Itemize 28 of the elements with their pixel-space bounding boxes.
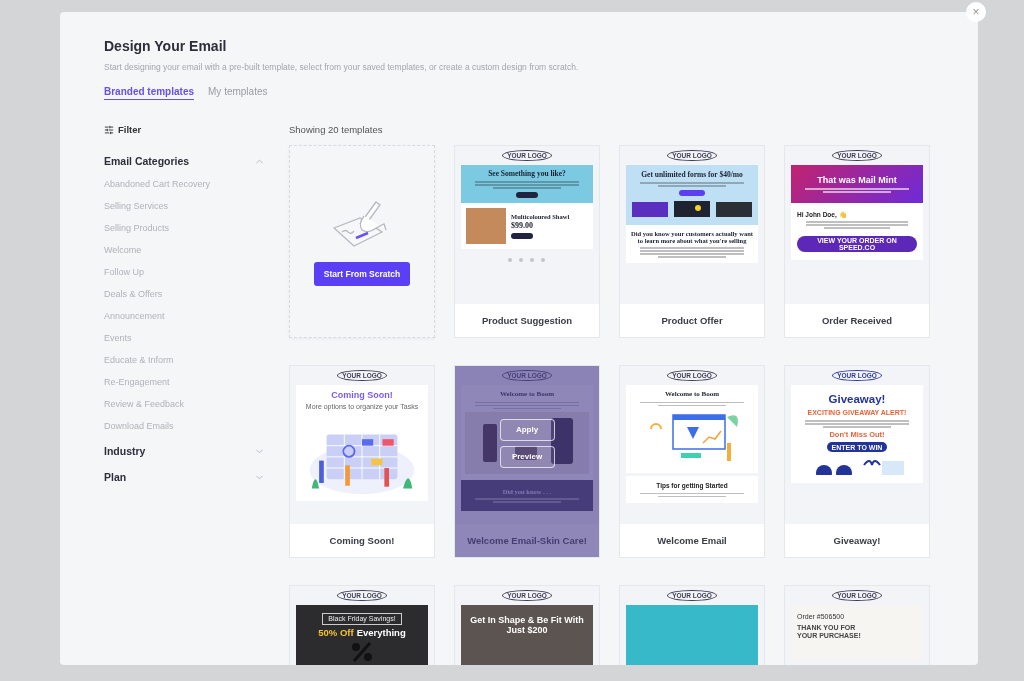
start-from-scratch-button[interactable]: Start From Scratch: [313, 261, 411, 286]
dialog-subtitle: Start designing your email with a pre-built template, select from your saved templates, or create a custom design from scratch.: [104, 62, 580, 72]
banner: That was Mail Mint: [791, 165, 923, 203]
filter-icon: [104, 124, 114, 135]
percent-sign-drawing: [350, 641, 374, 662]
shop-button: [516, 191, 538, 198]
filter-group-header[interactable]: Industry: [104, 445, 265, 457]
template-name: Coming Soon!: [328, 534, 396, 548]
social-icons: [507, 256, 547, 263]
template-name: Product Suggestion: [480, 314, 574, 328]
filter-button[interactable]: Filter: [104, 124, 265, 135]
cta-button: [679, 189, 705, 196]
template-name: Product Offer: [660, 314, 724, 328]
template-name: Welcome Email-Skin Care!: [466, 534, 588, 548]
overlay-button[interactable]: Preview: [499, 445, 555, 468]
template-name: Welcome Email: [656, 534, 728, 548]
close-button[interactable]: ×: [966, 2, 986, 22]
dialog-title: Design Your Email: [104, 38, 228, 54]
photo-placeholder: [466, 207, 506, 244]
tab[interactable]: Branded templates: [104, 86, 195, 100]
template-name: Order Received: [820, 314, 894, 328]
filter-group-header[interactable]: Plan: [104, 471, 265, 483]
filter-group-header[interactable]: Email Categories: [104, 155, 265, 167]
shop-button: [511, 232, 533, 239]
template-count: Showing 20 templates: [289, 124, 384, 135]
banner: Get In Shape & Be Fit With Just $200: [461, 605, 593, 665]
template-name: Giveaway!: [832, 534, 882, 548]
overlay-button[interactable]: Apply: [499, 418, 555, 441]
